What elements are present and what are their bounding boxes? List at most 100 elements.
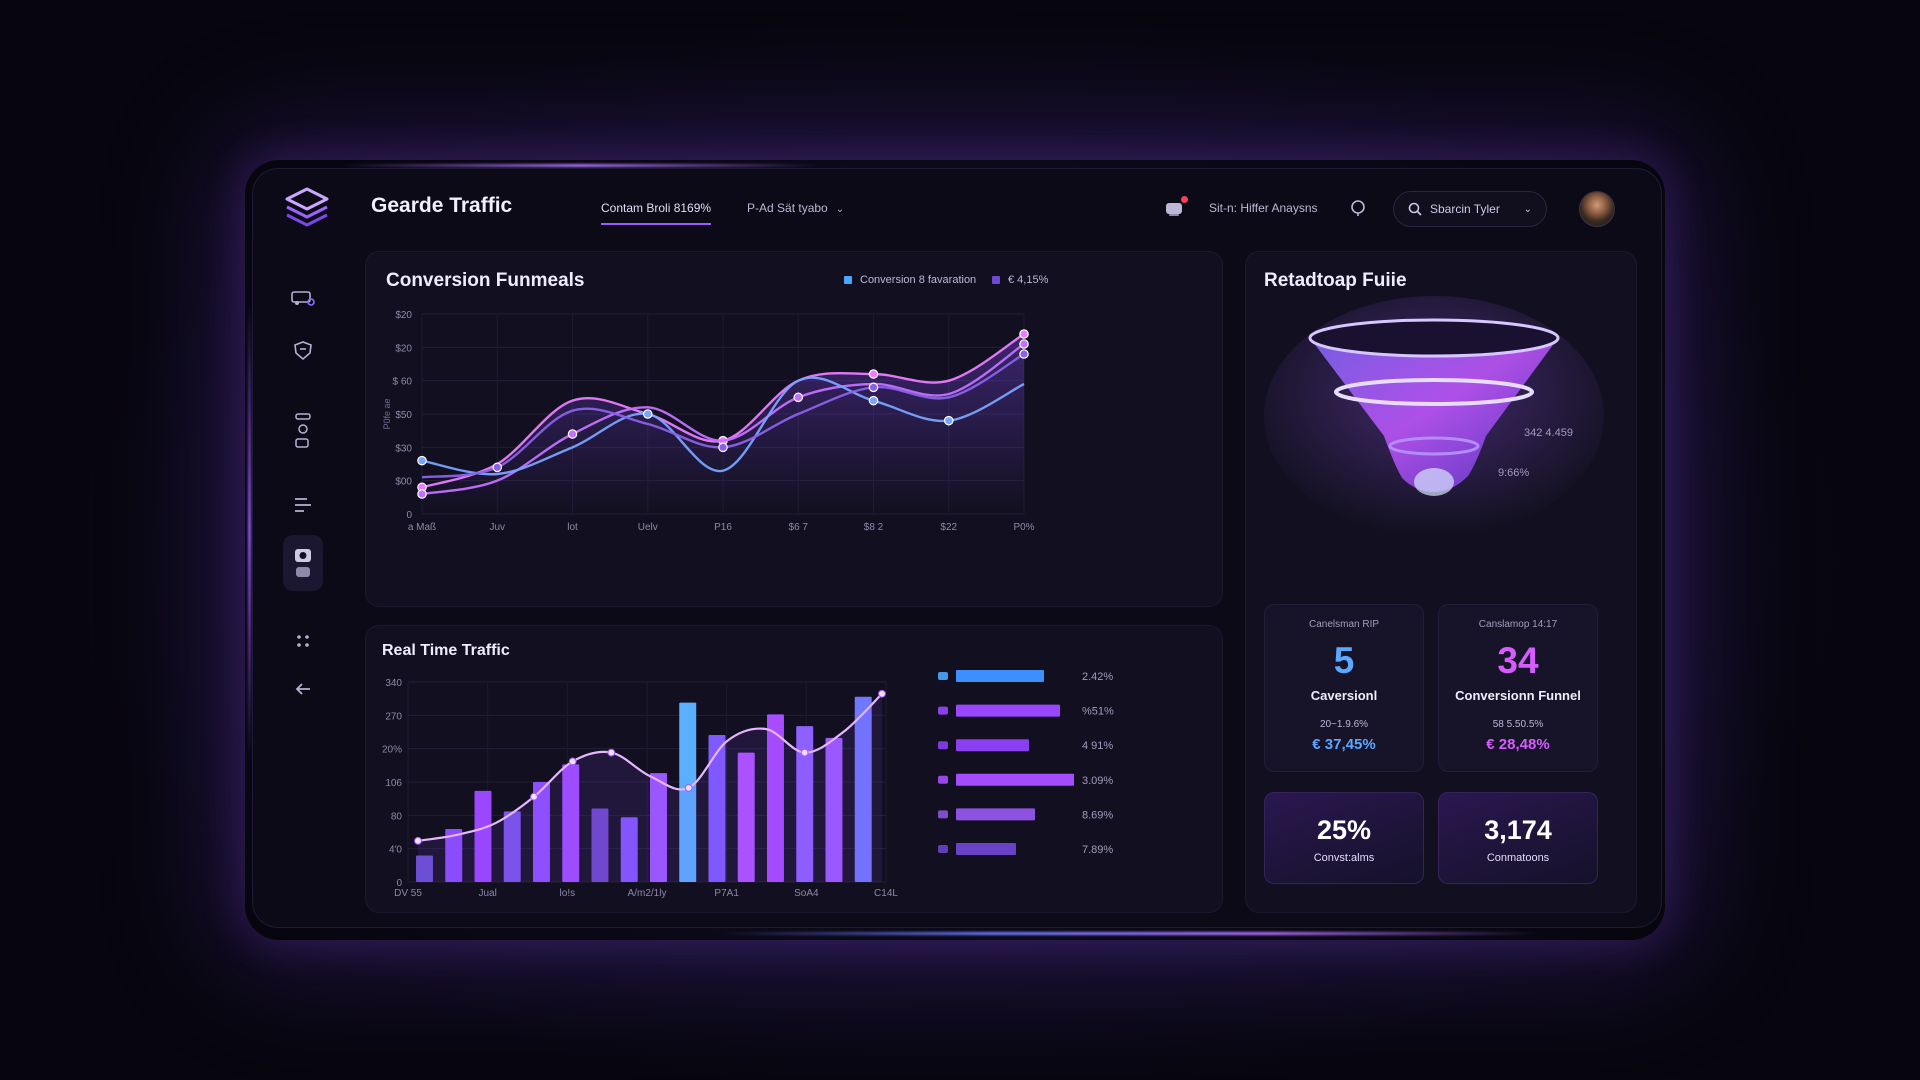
series-point <box>492 462 503 473</box>
sidebar-item-grid[interactable] <box>283 621 323 661</box>
app-logo-icon[interactable] <box>281 183 333 235</box>
shield-icon <box>294 341 312 361</box>
tab-contam[interactable]: Contam Broli 8169% <box>601 201 712 225</box>
metric-card-count[interactable]: 3,174 Conmatoons <box>1438 792 1598 884</box>
series-point <box>868 395 879 406</box>
h-bar <box>956 704 1060 717</box>
x-tick-label: a Maß <box>408 522 436 533</box>
x-tick-label: SoA4 <box>794 888 819 899</box>
metric-card-percent[interactable]: 25% Convst:alms <box>1264 792 1424 884</box>
y-tick-label: 0 <box>406 510 412 521</box>
h-bar-value: 4 91% <box>1082 740 1113 752</box>
card-4-label: Conmatoons <box>1486 852 1550 864</box>
trend-point <box>607 748 616 757</box>
list-icon <box>295 498 311 512</box>
trend-point <box>530 792 538 801</box>
stack-icon <box>295 413 311 448</box>
camera-icon <box>295 549 311 577</box>
y-tick-label: 340 <box>385 678 402 689</box>
traffic-horizontal-bars: 2.42% %51% 4 91% 3.09% 8.69% 7.89% <box>938 670 1114 856</box>
retention-funnel-panel: Retadtoap Fuiie 342 4.459 9:66% Canelsma… <box>1245 251 1637 913</box>
card-1-delta: € 37,45% <box>1312 736 1376 753</box>
trend-point <box>800 748 809 757</box>
h-bar-value: %51% <box>1082 706 1114 718</box>
series-point <box>1019 339 1029 349</box>
y-axis-label: P0fe ae <box>382 398 392 429</box>
h-bar-value: 7.89% <box>1082 844 1113 856</box>
card-2-delta: € 28,48% <box>1486 736 1550 753</box>
series-point <box>417 455 427 466</box>
top-bar: Gearde Traffic Contam Broli 8169% P-Ad S… <box>253 169 1661 249</box>
y-tick-label: $50 <box>395 410 412 421</box>
glow-beam-bottom <box>720 932 1540 935</box>
y-tick-label: $20 <box>395 343 412 354</box>
app-title: Gearde Traffic <box>371 194 513 217</box>
search-box[interactable]: Sbarcin Tyler ⌄ <box>1393 191 1547 227</box>
y-tick-label: $30 <box>395 443 412 454</box>
h-bar-value: 3.09% <box>1082 775 1113 787</box>
pin-icon <box>938 775 948 784</box>
x-tick-label: A/m2/1ly <box>628 888 667 899</box>
card-2-value: 34 <box>1497 640 1539 681</box>
metric-card-conversion[interactable]: Canelsman RIP 5 Caversionl 20~1.9.6% € 3… <box>1264 604 1424 772</box>
x-tick-label: P7A1 <box>714 888 739 899</box>
location-icon[interactable] <box>1349 199 1367 217</box>
metric-card-funnel[interactable]: Canslamop 14:17 34 Conversionn Funnel 58… <box>1438 604 1598 772</box>
glow-beam-top <box>340 164 820 167</box>
sidebar-item-camera[interactable] <box>283 535 323 591</box>
sidebar-item-list[interactable] <box>283 485 323 525</box>
dashboard-window: Gearde Traffic Contam Broli 8169% P-Ad S… <box>252 168 1662 928</box>
x-tick-label: P16 <box>714 522 732 533</box>
bolt-icon <box>938 706 948 715</box>
car-icon <box>938 810 948 819</box>
sidebar <box>273 265 333 885</box>
y-tick-label: 4'0 <box>389 845 402 856</box>
funnel-label-2: 9:66% <box>1498 467 1529 479</box>
vehicle-icon <box>291 291 315 306</box>
funnel-graphic: 342 4.459 9:66% <box>1264 296 1604 536</box>
x-tick-label: Juv <box>489 522 505 533</box>
conversion-line-chart: 0 $00 $30 $50 $ 60 $20 $20 a Maß Juv lot Uelv P16 $6… <box>382 310 1035 533</box>
sidebar-item-back[interactable] <box>283 669 323 709</box>
sidebar-item-shield[interactable] <box>283 331 323 371</box>
avatar[interactable] <box>1579 191 1615 227</box>
traffic-bar-chart: 04'08010620%270340DV 55 Jual lo!s A/m2/1ly P… <box>382 678 898 899</box>
x-tick-label: Uelv <box>638 522 658 533</box>
trend-point <box>684 783 693 792</box>
trend-point <box>568 757 577 766</box>
card-1-label: Caversionl <box>1310 688 1378 703</box>
series-point <box>943 415 954 426</box>
x-tick-label: $22 <box>940 522 957 533</box>
series-point <box>567 429 578 439</box>
x-tick-label: lo!s <box>560 888 576 899</box>
truck-icon <box>938 741 948 750</box>
notification-badge <box>1181 196 1188 203</box>
series-point <box>868 382 879 393</box>
tab-contam-label: Contam Broli 8169% <box>601 201 712 215</box>
search-placeholder: Sbarcin Tyler <box>1430 202 1500 216</box>
sidebar-item-vehicle[interactable] <box>283 277 323 317</box>
real-time-traffic-panel: Real Time Traffic 0 4'0 80 106 20% 270 340 DV 5… <box>365 625 1223 913</box>
tab-pad[interactable]: P-Ad Sät tyabo ⌄ <box>747 201 844 215</box>
y-tick-label: $20 <box>395 310 412 321</box>
card-1-value: 5 <box>1333 640 1355 681</box>
x-tick-label: lot <box>567 522 578 533</box>
conversion-funnels-panel: Conversion Funmeals Conversion 8 favarat… <box>365 251 1223 607</box>
sidebar-item-stack[interactable] <box>283 403 323 459</box>
h-bar <box>956 808 1035 821</box>
card-3-value: 25% <box>1316 815 1372 845</box>
series-point <box>642 409 653 419</box>
y-tick-label: 80 <box>391 811 403 822</box>
series-point <box>718 442 728 453</box>
h-bar-value: 2.42% <box>1082 671 1113 683</box>
back-arrow-icon <box>295 683 310 695</box>
y-tick-label: 106 <box>385 778 402 789</box>
card-1-meta: 20~1.9.6% <box>1319 719 1369 730</box>
series-point <box>793 392 804 403</box>
search-chevron-icon: ⌄ <box>1523 203 1532 215</box>
card-3-label: Convst:alms <box>1313 852 1375 864</box>
h-bar <box>956 670 1044 682</box>
series-point <box>1019 329 1029 339</box>
h-bar <box>956 843 1016 855</box>
y-tick-label: $00 <box>395 477 412 488</box>
